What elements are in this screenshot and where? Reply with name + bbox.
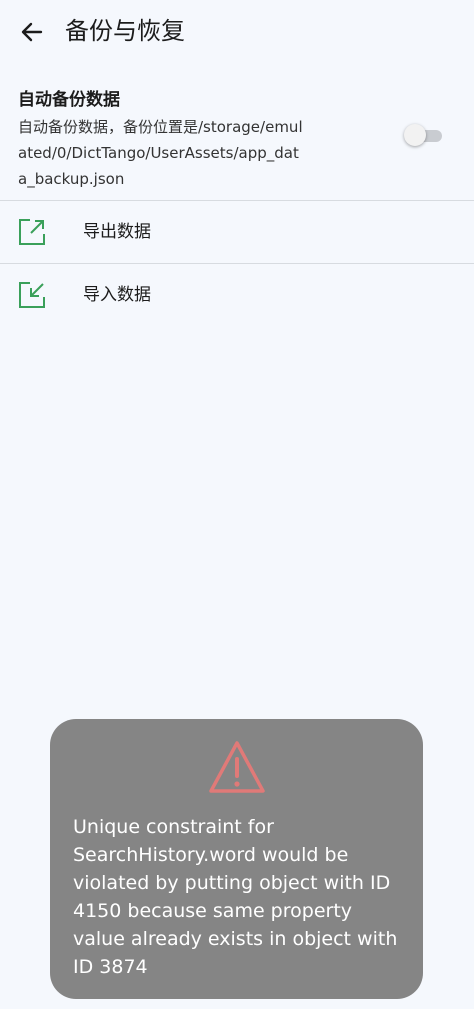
export-data-row[interactable]: 导出数据 <box>0 201 474 263</box>
export-data-label: 导出数据 <box>83 222 151 242</box>
auto-backup-description: 自动备份数据，备份位置是/storage/emulated/0/DictTang… <box>18 118 303 188</box>
auto-backup-setting[interactable]: 自动备份数据 自动备份数据，备份位置是/storage/emulated/0/D… <box>0 80 474 200</box>
auto-backup-title: 自动备份数据 <box>18 90 120 110</box>
toggle-thumb <box>404 124 426 146</box>
import-data-row[interactable]: 导入数据 <box>0 264 474 326</box>
toast-message: Unique constraint for SearchHistory.word… <box>73 816 398 978</box>
arrow-left-icon <box>21 22 43 42</box>
page-title: 备份与恢复 <box>65 17 185 45</box>
warning-icon <box>209 741 265 793</box>
import-data-label: 导入数据 <box>83 285 151 305</box>
auto-backup-toggle[interactable] <box>404 124 442 146</box>
back-button[interactable] <box>14 16 50 48</box>
app-bar: 备份与恢复 <box>0 0 474 64</box>
import-icon <box>19 282 45 308</box>
backup-restore-screen: 备份与恢复 自动备份数据 自动备份数据，备份位置是/storage/emulat… <box>0 0 474 1009</box>
error-toast: Unique constraint for SearchHistory.word… <box>50 719 423 999</box>
export-icon <box>19 219 45 245</box>
